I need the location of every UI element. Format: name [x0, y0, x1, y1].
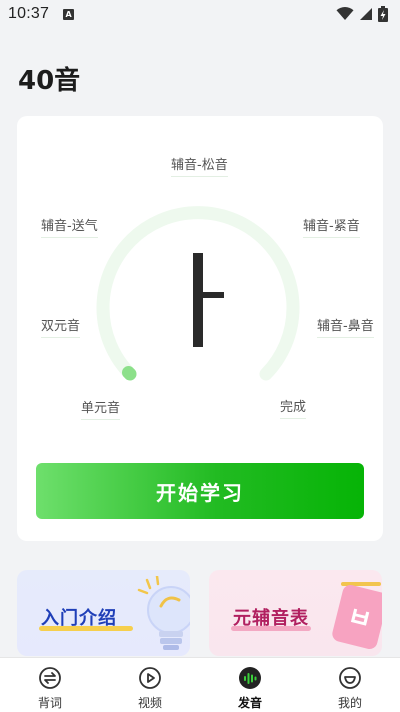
- chart-card-label: 元辅音表: [233, 608, 309, 629]
- status-icons: [336, 6, 388, 22]
- swap-icon: [39, 667, 61, 689]
- chart-icon: ㅂ: [332, 582, 382, 650]
- hangul-letter-glyph: [193, 253, 224, 347]
- status-time: 10:37: [8, 5, 50, 22]
- play-icon: [139, 667, 161, 689]
- lightbulb-icon: [137, 576, 190, 650]
- bottom-nav: 背词 视频 发音 我的: [0, 657, 400, 712]
- progress-fill: [122, 366, 137, 381]
- start-learning-button[interactable]: 开始学习: [36, 463, 364, 519]
- stage-label-monophthong[interactable]: 单元音: [81, 397, 121, 420]
- nav-item-mine[interactable]: 我的: [300, 658, 400, 712]
- soundwave-icon: [239, 667, 261, 689]
- stage-label-consonant-tense[interactable]: 辅音-紧音: [303, 215, 360, 238]
- stage-label-consonant-aspirated[interactable]: 辅音-送气: [41, 215, 98, 238]
- intro-card-label: 入门介绍: [41, 608, 117, 629]
- chart-card[interactable]: 元辅音表 ㅂ: [209, 570, 382, 656]
- nav-label-pronunciation: 发音: [237, 696, 262, 710]
- stage-label-consonant-lax[interactable]: 辅音-松音: [171, 154, 228, 177]
- stage-label-complete[interactable]: 完成: [280, 396, 307, 419]
- status-bar: 10:37 A: [0, 0, 400, 28]
- battery-charging-icon: [378, 6, 388, 22]
- nav-item-words[interactable]: 背词: [0, 658, 100, 712]
- stage-label-consonant-nasal[interactable]: 辅音-鼻音: [317, 315, 374, 338]
- smile-icon: [339, 667, 361, 689]
- nav-label-words: 背词: [37, 696, 62, 710]
- nav-label-mine: 我的: [337, 696, 362, 710]
- stage-label-diphthong[interactable]: 双元音: [41, 315, 81, 338]
- signal-icon: [360, 8, 372, 20]
- notification-a-icon: A: [63, 8, 75, 20]
- intro-card[interactable]: 入门介绍: [17, 570, 190, 656]
- page-title: 40音: [18, 66, 81, 96]
- nav-item-pronunciation[interactable]: 发音: [200, 658, 300, 712]
- nav-item-video[interactable]: 视频: [100, 658, 200, 712]
- nav-label-video: 视频: [137, 696, 162, 710]
- wifi-icon: [336, 7, 354, 20]
